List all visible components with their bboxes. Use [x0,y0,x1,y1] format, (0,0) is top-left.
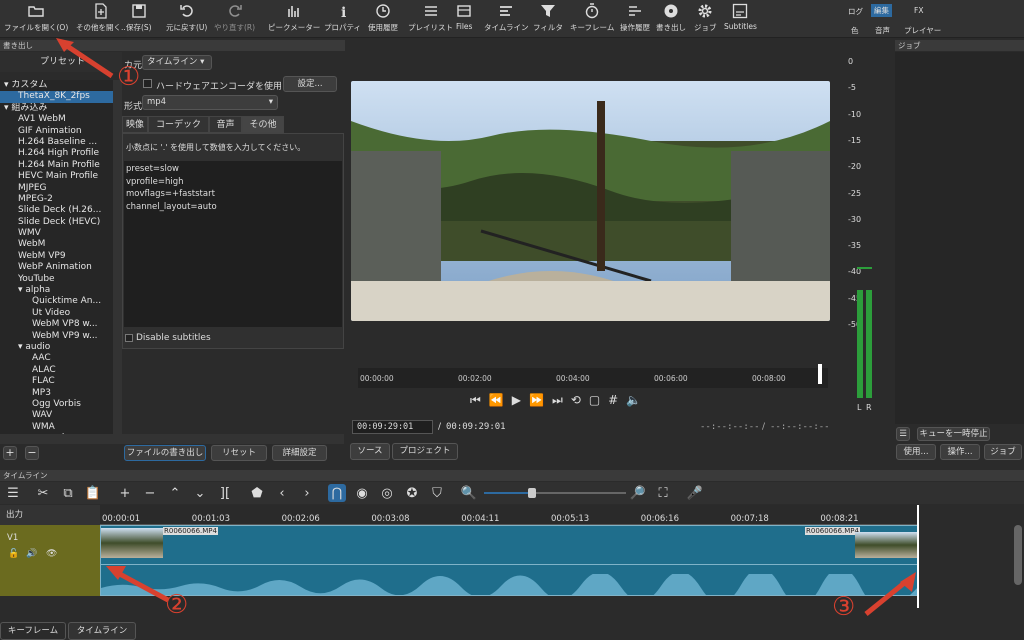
timeline-tick-label: 00:05:13 [551,514,590,524]
timeline-tick-label: 00:00:01 [102,514,141,524]
annotation-two: ② [165,590,189,620]
timeline-tick-label: 00:07:18 [730,514,769,524]
timeline-tick-label: 00:02:06 [281,514,320,524]
timeline-tick-label: 00:08:21 [820,514,859,524]
annotation-arrows [56,38,916,616]
timeline-tick-label: 00:04:11 [461,514,500,524]
timeline-tick-label: 00:03:08 [371,514,410,524]
timeline-tick-label: 00:01:03 [191,514,230,524]
timeline-tick-label: 00:06:16 [640,514,679,524]
annotation-three: ③ [832,592,856,622]
annotation-one: ① [117,62,141,92]
